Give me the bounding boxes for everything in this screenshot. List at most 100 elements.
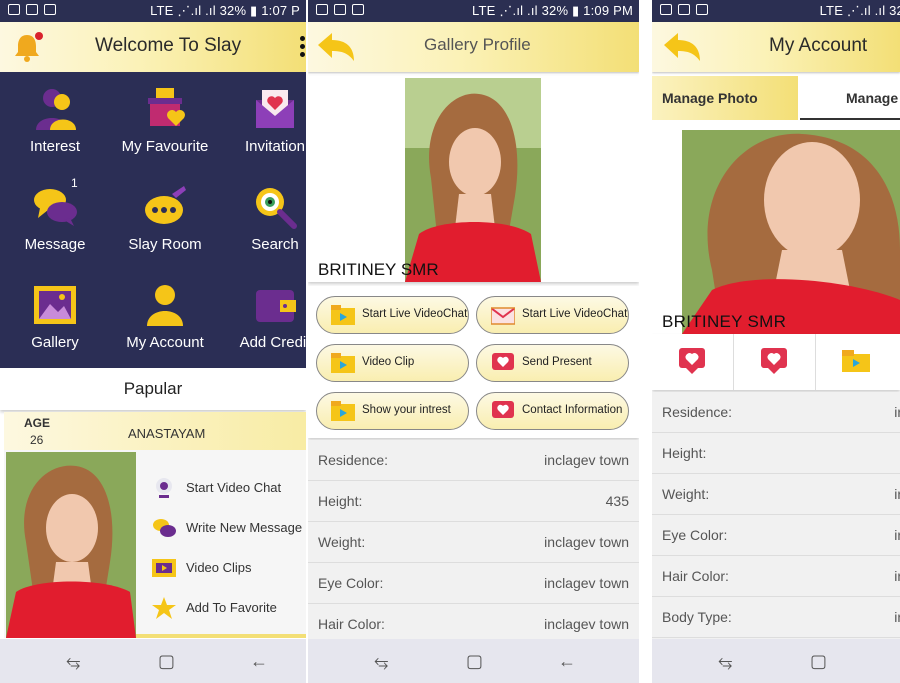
send-present-button[interactable]: Send Present — [476, 344, 629, 382]
info-value: 435 — [605, 493, 629, 509]
home-icon[interactable]: ▢ — [810, 651, 827, 672]
info-value: inclagev town — [544, 616, 629, 632]
back-icon[interactable]: ← — [250, 651, 268, 672]
page-title: Gallery Profile — [424, 35, 531, 54]
show-your-intrest-button[interactable]: Show your intrest — [316, 392, 469, 430]
woman-portrait-image — [6, 452, 136, 638]
action-buttons: Start Live VideoChat Start Live VideoCha… — [308, 286, 639, 438]
tab-label: Manage Photo — [662, 90, 758, 106]
info-row-body-type: Body Type: ir — [652, 597, 900, 638]
grid-item-slay-room[interactable]: Slay Room — [114, 170, 216, 266]
profile-name: BRITINEY SMR — [662, 312, 787, 331]
start-live-videochat-button-2[interactable]: Start Live VideoChat — [476, 296, 629, 334]
recent-apps-icon[interactable]: ⥃ — [374, 651, 388, 672]
message-icon — [34, 189, 77, 226]
account-info-list: Residence: ir Height: Weight: ir Eye Color… — [652, 392, 900, 642]
info-label: Height: — [318, 493, 363, 509]
home-header: Welcome To Slay — [0, 22, 306, 72]
message-icon — [153, 519, 176, 537]
recent-apps-icon[interactable]: ⥃ — [66, 651, 80, 672]
account-tabs: Manage Photo Manage — [652, 76, 900, 120]
notification-icons — [316, 4, 364, 15]
video-folder-icon — [331, 353, 355, 373]
info-row-weight: Weight: inclagev town — [308, 522, 639, 563]
invitation-icon — [256, 90, 294, 128]
heart-button-1[interactable] — [652, 334, 734, 390]
action-label: Video Clips — [186, 560, 252, 575]
video-folder-icon — [331, 305, 355, 325]
grid-item-add-credit[interactable]: Add Credit — [224, 268, 306, 364]
home-icon[interactable]: ▢ — [466, 651, 483, 672]
status-bar: LTE ⋰.ıl .ıl 32% ▮ 1:07 P — [0, 0, 306, 22]
screens: LTE ⋰.ıl .ıl 32% ▮ 1:07 P Welcome To Sla… — [0, 0, 900, 683]
webcam-icon — [156, 478, 172, 498]
heart-button-2[interactable] — [734, 334, 816, 390]
back-icon[interactable]: ← — [558, 651, 576, 672]
status-bar: LTE ⋰.ıl .ıl 32 — [652, 0, 900, 22]
profile-name: BRITINEY SMR — [318, 260, 439, 279]
account-photo[interactable]: BRITINEY SMR — [652, 130, 900, 334]
profile-photo[interactable] — [6, 452, 136, 638]
bell-icon[interactable] — [10, 30, 44, 64]
video-clip-icon — [152, 559, 176, 577]
info-label: Residence: — [318, 452, 389, 468]
info-row-height: Height: 435 — [308, 481, 639, 522]
button-label: Contact Information — [522, 404, 623, 416]
home-screen: LTE ⋰.ıl .ıl 32% ▮ 1:07 P Welcome To Sla… — [0, 0, 306, 683]
popular-profile-card[interactable]: AGE 26 ANASTAYAM Start Video Chat Write … — [4, 412, 306, 638]
contact-information-button[interactable]: Contact Information — [476, 392, 629, 430]
card-header: AGE 26 ANASTAYAM — [4, 412, 306, 450]
button-label: Show your intrest — [362, 404, 451, 416]
start-live-videochat-button[interactable]: Start Live VideoChat — [316, 296, 469, 334]
heart-message-icon — [492, 353, 514, 370]
tab-label: Manage — [846, 90, 899, 106]
profile-name: ANASTAYAM — [128, 426, 206, 441]
action-label: Write New Message — [186, 520, 303, 535]
notification-icons — [660, 4, 708, 15]
grid-label: Search — [251, 236, 299, 253]
button-label: Send Present — [522, 356, 592, 368]
grid-item-interest[interactable]: Interest — [4, 72, 106, 168]
video-folder-button[interactable] — [816, 334, 898, 390]
video-folder-icon — [331, 401, 355, 421]
button-label: Video Clip — [362, 356, 415, 368]
info-value: ir — [894, 568, 900, 584]
home-icon[interactable]: ▢ — [158, 651, 175, 672]
message-badge: 1 — [71, 176, 78, 190]
grid-item-gallery[interactable]: Gallery — [4, 268, 106, 364]
grid-item-invitation[interactable]: Invitation — [224, 72, 306, 168]
status-right: LTE ⋰.ıl .ıl 32% ▮ 1:09 PM — [472, 3, 633, 18]
button-label: Start Live VideoChat — [522, 308, 628, 320]
heart-message-icon — [761, 348, 787, 374]
grid-label: My Favourite — [121, 138, 209, 155]
tab-manage[interactable]: Manage — [800, 76, 900, 120]
grid-item-message[interactable]: 1 Message — [4, 170, 106, 266]
grid-label: Slay Room — [128, 236, 202, 253]
grid-label: Gallery — [31, 334, 79, 351]
status-bar: LTE ⋰.ıl .ıl 32% ▮ 1:09 PM — [308, 0, 639, 22]
grid-item-my-account[interactable]: My Account — [114, 268, 216, 364]
info-label: Hair Color: — [662, 568, 729, 584]
my-account-screen: LTE ⋰.ıl .ıl 32 My Account Manage Photo … — [652, 0, 900, 683]
more-menu-icon[interactable] — [300, 36, 306, 60]
recent-apps-icon[interactable]: ⥃ — [718, 651, 732, 672]
age-value: 26 — [30, 433, 44, 447]
wallet-icon — [256, 290, 296, 322]
info-row-residence: Residence: ir — [652, 392, 900, 433]
back-arrow-icon[interactable] — [316, 31, 356, 63]
woman-portrait-image — [652, 130, 900, 334]
video-clip-button[interactable]: Video Clip — [316, 344, 469, 382]
grid-item-search[interactable]: Search — [224, 170, 306, 266]
star-icon — [152, 597, 176, 619]
woman-portrait-image[interactable] — [405, 78, 541, 282]
grid-label: Add Credit — [239, 334, 306, 351]
favourite-icon — [148, 88, 185, 126]
tab-manage-photo[interactable]: Manage Photo — [652, 76, 798, 120]
info-row-residence: Residence: inclagev town — [308, 440, 639, 481]
status-right: LTE ⋰.ıl .ıl 32% ▮ 1:07 P — [150, 3, 300, 18]
info-row-eye-color: Eye Color: ir — [652, 515, 900, 556]
grid-item-my-favourite[interactable]: My Favourite — [114, 72, 216, 168]
popular-header: Papular — [0, 368, 306, 410]
back-arrow-icon[interactable] — [662, 31, 702, 63]
interest-icon — [36, 89, 76, 130]
